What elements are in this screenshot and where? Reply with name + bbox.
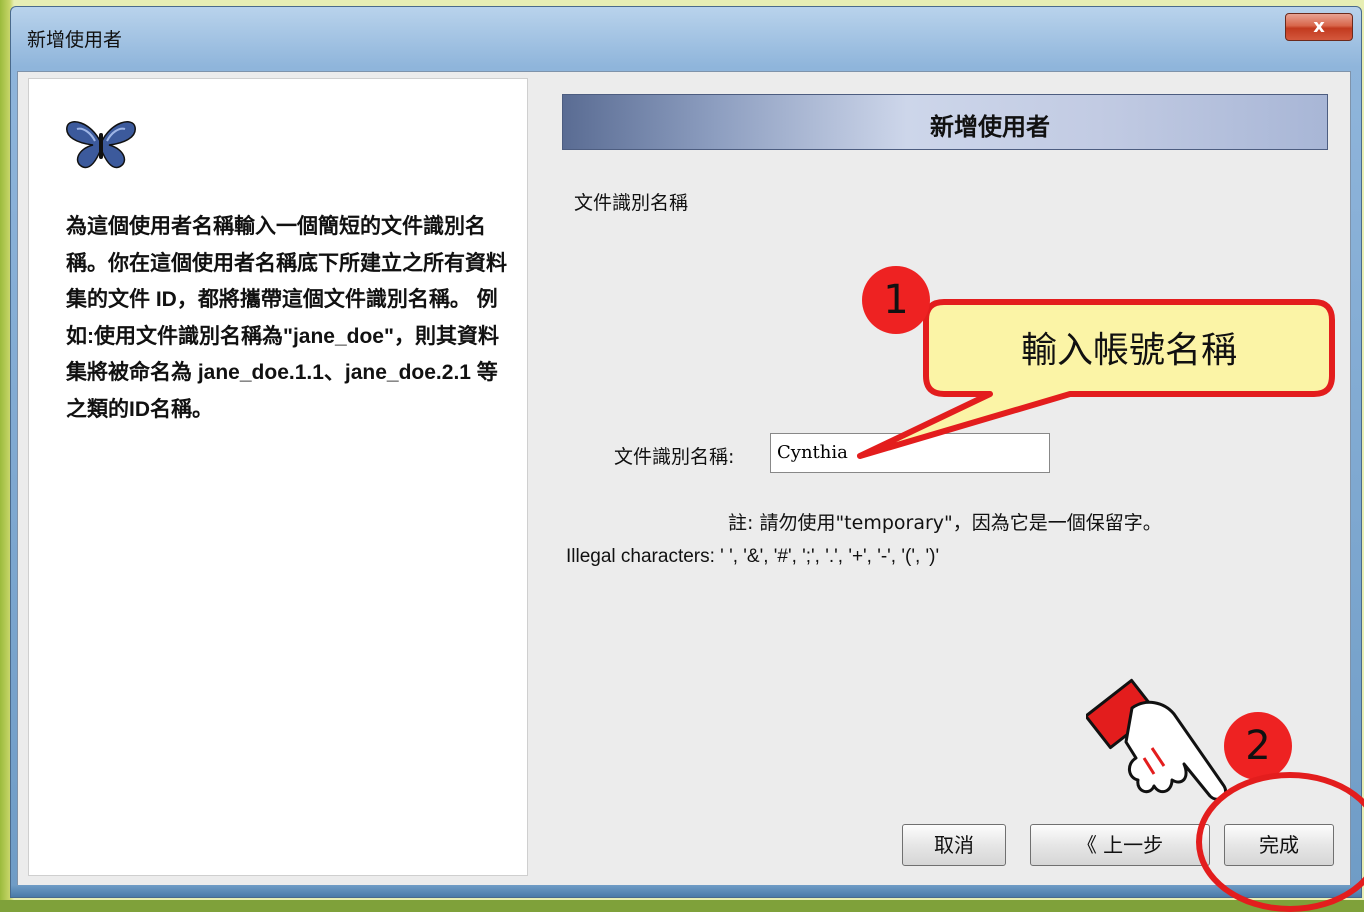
window-title: 新增使用者 — [27, 29, 123, 51]
description-text: 為這個使用者名稱輸入一個簡短的文件識別名稱。你在這個使用者名稱底下所建立之所有資… — [66, 215, 507, 421]
back-button[interactable]: 《 上一步 — [1030, 824, 1210, 866]
section-label: 文件識別名稱 — [574, 192, 689, 214]
step-2-marker: 2 — [1224, 712, 1292, 780]
page-banner: 新增使用者 — [562, 94, 1328, 150]
cancel-button[interactable]: 取消 — [902, 824, 1006, 866]
butterfly-icon — [66, 121, 136, 169]
banner-title: 新增使用者 — [930, 113, 1050, 141]
reserved-word-note: 註: 請勿使用"temporary"，因為它是一個保留字。 — [728, 512, 1162, 534]
window-frame-bottom — [11, 885, 1361, 897]
doc-id-label: 文件識別名稱: — [614, 446, 735, 468]
title-bar: 新增使用者 x — [11, 7, 1361, 65]
close-button[interactable]: x — [1285, 13, 1353, 41]
step-1-marker: 1 — [862, 266, 930, 334]
callout-text: 輸入帳號名稱 — [1021, 330, 1237, 371]
illegal-characters-note: Illegal characters: ' ', '&', '#', ';', … — [566, 546, 940, 567]
left-info-panel: 為這個使用者名稱輸入一個簡短的文件識別名稱。你在這個使用者名稱底下所建立之所有資… — [28, 78, 528, 876]
